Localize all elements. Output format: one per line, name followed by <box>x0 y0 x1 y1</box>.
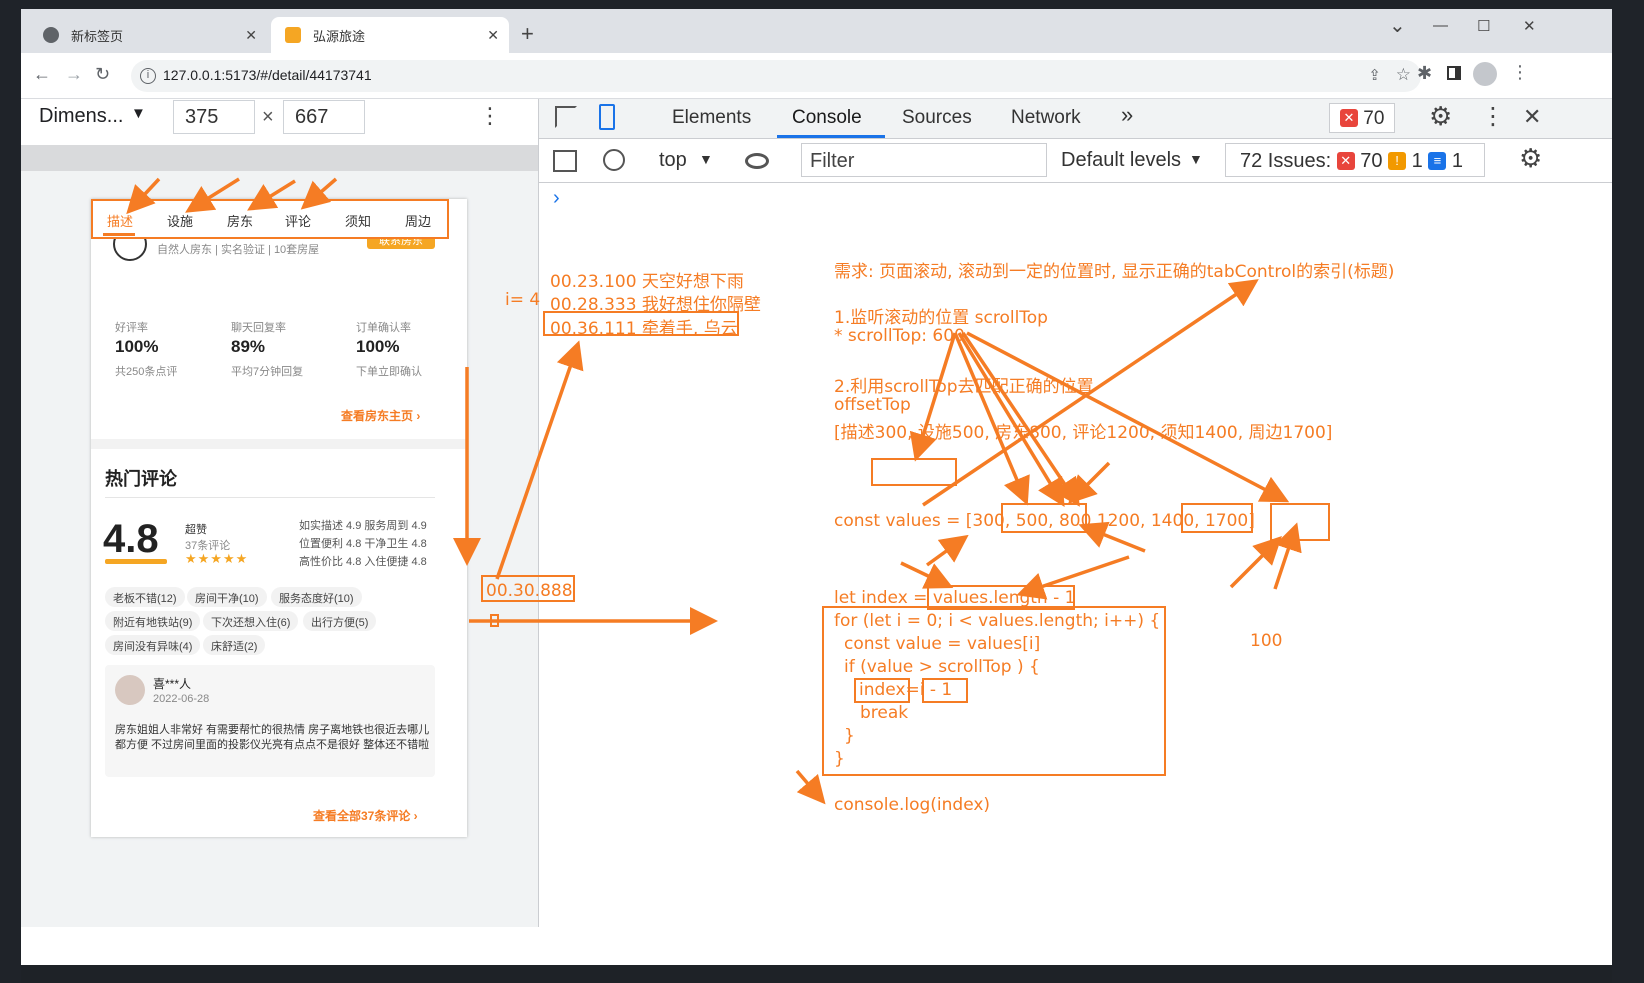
editor-top-bar <box>0 0 1644 9</box>
editor-sidebar <box>0 0 21 983</box>
editor-right-strip <box>1612 0 1644 983</box>
annotation-arrows <box>126 177 1302 805</box>
browser-window: 新标签页 ✕ 弘源旅途 ✕ + ⌄ — ☐ ✕ ← → ↻ i 127.0.0.… <box>21 9 1612 965</box>
